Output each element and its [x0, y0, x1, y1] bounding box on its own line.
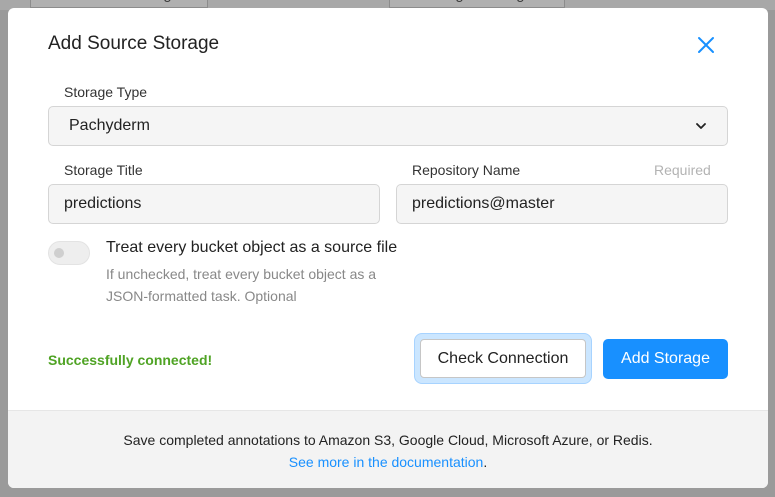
repository-name-label: Repository Name	[412, 162, 521, 178]
add-storage-button[interactable]: Add Storage	[603, 339, 728, 379]
toggle-knob	[54, 248, 64, 258]
connection-status: Successfully connected!	[48, 352, 213, 368]
footer-text: Save completed annotations to Amazon S3,…	[123, 432, 653, 448]
footer-link-suffix: .	[483, 454, 488, 470]
close-button[interactable]	[694, 33, 718, 57]
treat-as-source-toggle[interactable]	[48, 241, 90, 265]
treat-as-source-description: If unchecked, treat every bucket object …	[106, 266, 377, 304]
storage-title-input[interactable]	[48, 184, 380, 224]
treat-as-source-label: Treat every bucket object as a source fi…	[106, 239, 398, 256]
modal-footer: Save completed annotations to Amazon S3,…	[8, 410, 768, 488]
background-add-source-button: Add Source Storage	[30, 0, 208, 8]
required-hint: Required	[654, 162, 711, 178]
close-icon	[698, 37, 714, 53]
storage-title-label: Storage Title	[64, 162, 143, 178]
chevron-down-icon	[696, 123, 706, 129]
modal-title: Add Source Storage	[48, 33, 220, 54]
background-add-target-button: Add Target Storage	[389, 0, 565, 8]
add-source-storage-modal: Add Source Storage Storage Type Pachyder…	[8, 8, 768, 488]
documentation-link[interactable]: See more in the documentation	[289, 454, 484, 470]
storage-type-select[interactable]: Pachyderm	[48, 106, 728, 146]
check-connection-focus-ring: Check Connection	[414, 333, 592, 384]
check-connection-button[interactable]: Check Connection	[420, 339, 586, 378]
storage-type-label: Storage Type	[64, 84, 148, 100]
footer-link-line: See more in the documentation.	[8, 453, 768, 471]
repository-name-input[interactable]	[396, 184, 728, 224]
storage-type-value: Pachyderm	[69, 117, 150, 134]
